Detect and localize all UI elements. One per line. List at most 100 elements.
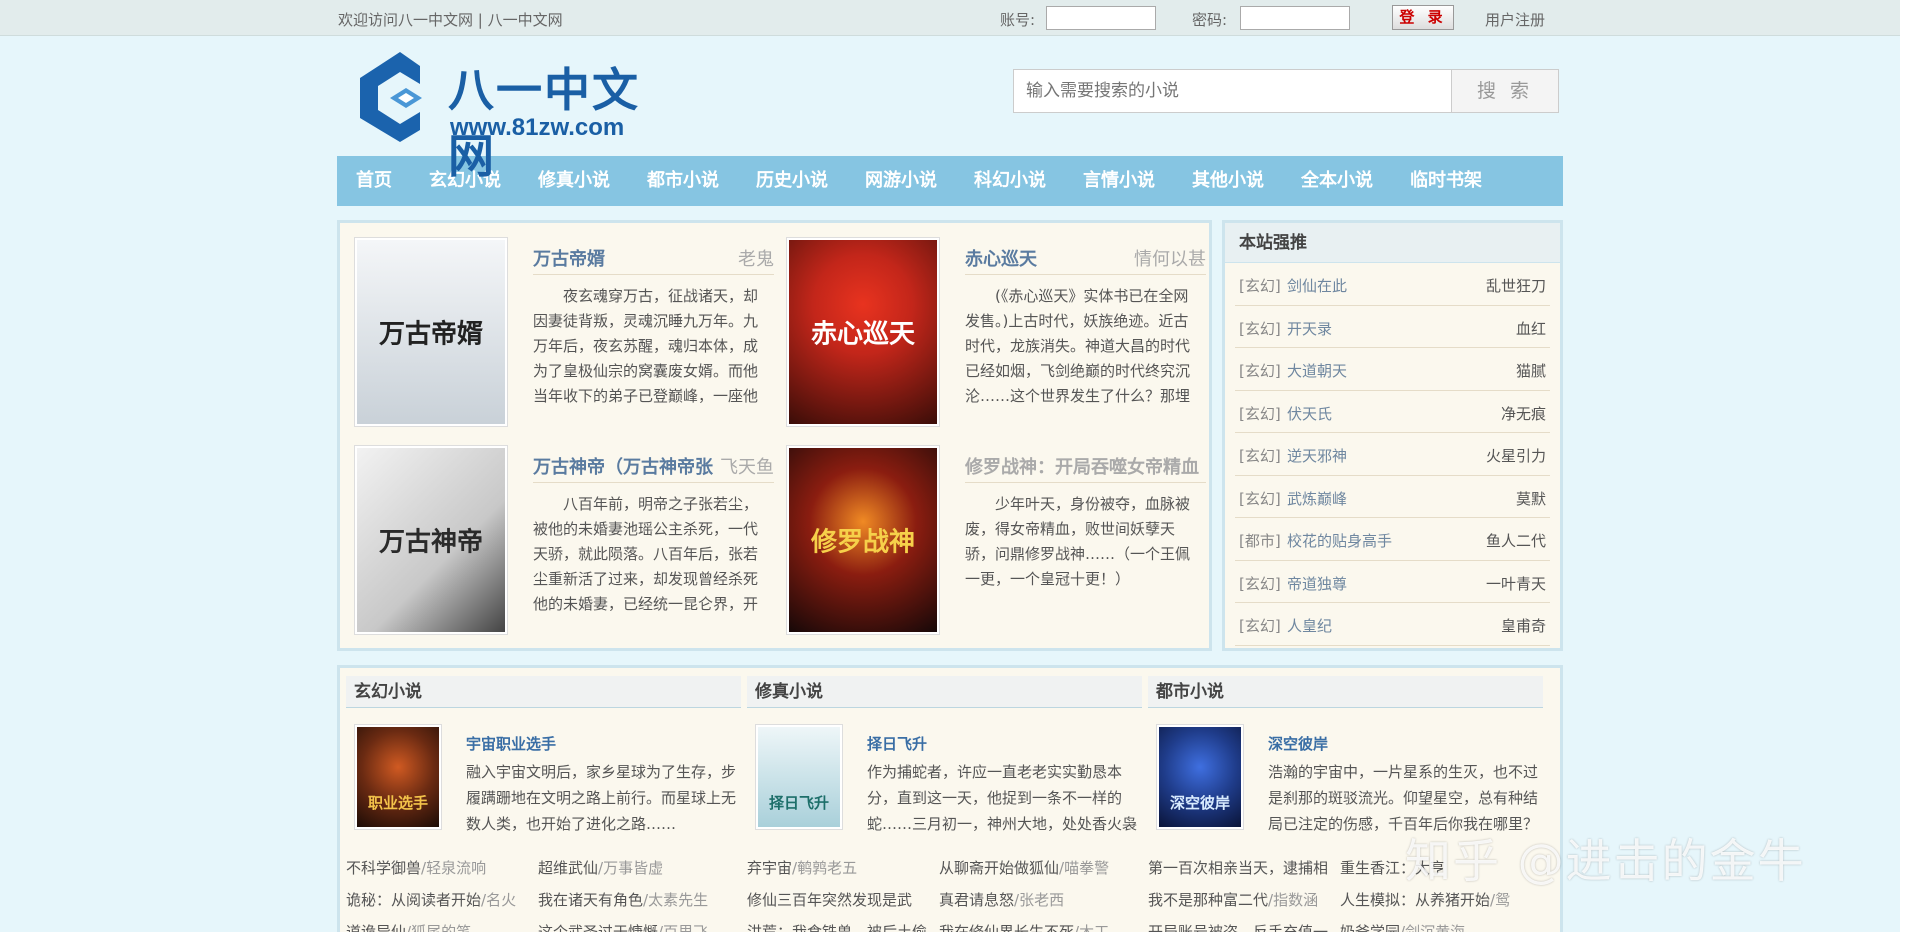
list-item: [玄幻] 逆天邪神 火星引力 [1235,433,1550,476]
book-cover[interactable]: 万古神帝 [354,445,508,635]
book-link[interactable]: 大道朝天 [1287,360,1347,381]
nav-bookshelf[interactable]: 临时书架 [1410,156,1482,206]
author-name: 净无痕 [1500,404,1546,423]
book-cover[interactable]: 择日飞升 [755,724,843,830]
book-link[interactable]: 诡秘：从阅读者开始/名火 [346,884,538,916]
book-link[interactable]: 第一百次相亲当天，逮捕相 [1148,852,1340,884]
book-link[interactable]: 剑仙在此 [1287,275,1347,296]
book-author[interactable]: 飞天鱼 [720,453,774,479]
book-description: 作为捕蛇者，许应一直老老实实勤恳本分，直到这一天，他捉到一条不一样的蛇……三月初… [867,763,1137,833]
author-name: 火星引力 [1485,447,1546,465]
book-link[interactable]: 逆天邪神 [1287,445,1347,466]
book-author[interactable]: 老鬼 [738,245,774,271]
book-link[interactable]: 从聊斋开始做狐仙/喵拳警 [939,852,1131,884]
link-row: 不科学御兽/轻泉流响 超维武仙/万事皆虚 [346,852,746,884]
register-link[interactable]: 用户注册 [1485,9,1545,30]
book-title[interactable]: 万古神帝（万古神帝张若尘） [533,453,713,479]
book-link[interactable]: 帝道独尊 [1287,573,1347,594]
category-tag: [玄幻] [1239,447,1281,465]
nav-wangyou[interactable]: 网游小说 [865,156,937,206]
nav-qita[interactable]: 其他小说 [1192,156,1264,206]
cover-image: 修罗战神 [789,448,937,632]
search-button[interactable]: 搜 索 [1451,70,1558,112]
cover-image: 择日飞升 [758,727,840,827]
list-item: [玄幻] 人皇纪 皇甫奇 [1235,603,1550,646]
book-link[interactable]: 开局账号被盗，反手充值一 [1148,916,1340,932]
list-item: [玄幻] 伏天氏 净无痕 [1235,391,1550,433]
category-tag: [玄幻] [1239,617,1281,635]
category-title[interactable]: 都市小说 [1148,676,1543,708]
nav-yanqing[interactable]: 言情小说 [1083,156,1155,206]
book-description: 少年叶天，身份被夺，血脉被废，得女帝精血，败世间妖孽天骄，问鼎修罗战神……（一个… [965,495,1191,588]
book-link[interactable]: 开天录 [1287,318,1332,339]
welcome-text: 欢迎访问八一中文网 | 八一中文网 [338,11,563,29]
category-tag: [玄幻] [1239,277,1281,295]
book-cover[interactable]: 修罗战神 [786,445,940,635]
author-name: 乱世狂刀 [1485,277,1546,295]
book-link[interactable]: 奶爸学园/剑沉黄海 [1340,916,1532,932]
book-link[interactable]: 我不是那种富二代/指数涵 [1148,884,1340,916]
author-name: 皇甫奇 [1500,617,1546,635]
password-input[interactable] [1240,6,1350,30]
book-link-list: 不科学御兽/轻泉流响 超维武仙/万事皆虚 诡秘：从阅读者开始/名火 我在诸天有角… [346,852,746,932]
book-link[interactable]: 超维武仙/万事皆虚 [538,852,730,884]
book-title[interactable]: 修罗战神：开局吞噬女帝精血 [965,453,1205,479]
category-title[interactable]: 玄幻小说 [346,676,741,708]
cover-title: 赤心巡天 [810,319,915,350]
book-title[interactable]: 赤心巡天 [965,245,1145,271]
link-row: 洪荒：我食铁兽，被后土偷 我在修仙界长生不死/木工 [747,916,1147,932]
book-link[interactable]: 校花的贴身高手 [1287,530,1392,551]
logo-mark-icon [360,52,422,142]
book-cover[interactable]: 赤心巡天 [786,237,940,427]
author-name: 一叶青天 [1485,574,1546,593]
header: 八一中文网 www.81zw.com 搜 索 [338,36,1563,183]
book-link[interactable]: 人皇纪 [1287,615,1332,636]
login-button[interactable]: 登 录 [1392,5,1454,30]
nav-home[interactable]: 首页 [356,156,392,206]
book-link[interactable]: 弃宇宙/鹌鹑老五 [747,852,939,884]
featured-book: 万古神帝 万古神帝（万古神帝张若尘） 飞天鱼 八百年前，明帝之子张若尘，被他的未… [344,435,774,635]
nav-lishi[interactable]: 历史小说 [756,156,828,206]
link-row: 诡秘：从阅读者开始/名火 我在诸天有角色/太素先生 [346,884,746,916]
book-title[interactable]: 择日飞升 [867,733,927,754]
book-title[interactable]: 宇宙职业选手 [466,733,556,754]
book-description: 八百年前，明帝之子张若尘，被他的未婚妻池瑶公主杀死，一代天骄，就此陨落。八百年后… [533,495,759,613]
cover-image: 赤心巡天 [789,240,937,424]
book-cover[interactable]: 万古帝婿 [354,237,508,427]
nav-quanben[interactable]: 全本小说 [1301,156,1373,206]
list-item: [玄幻] 帝道独尊 一叶青天 [1235,561,1550,603]
book-link[interactable]: 我在修仙界长生不死/木工 [939,916,1131,932]
book-link[interactable]: 真君请息怒/张老西 [939,884,1131,916]
category-tag: [都市] [1239,532,1281,550]
category-column: 玄幻小说 职业选手 宇宙职业选手 融入宇宙文明后，家乡星球为了生存，步履蹒跚地在… [346,676,741,932]
book-cover[interactable]: 深空彼岸 [1156,724,1244,830]
cover-image: 万古帝婿 [357,240,505,424]
book-link[interactable]: 不科学御兽/轻泉流响 [346,852,538,884]
book-link[interactable]: 武炼巅峰 [1287,488,1347,509]
site-logo[interactable]: 八一中文网 www.81zw.com [350,48,680,183]
author-name: 猫腻 [1515,362,1546,380]
book-link[interactable]: 我在诸天有角色/太素先生 [538,884,730,916]
book-link[interactable]: 道诡异仙/狐尾的笔 [346,916,538,932]
category-column: 都市小说 深空彼岸 深空彼岸 浩瀚的宇宙中，一片星系的生灭，也不过是刹那的斑驳流… [1148,676,1543,932]
featured-book: 修罗战神 修罗战神：开局吞噬女帝精血 少年叶天，身份被夺，血脉被废，得女帝精血，… [776,435,1206,635]
account-input[interactable] [1046,6,1156,30]
search-input[interactable] [1014,70,1451,112]
book-link[interactable]: 这个武圣过于慷慨/百里飞 [538,916,730,932]
book-author[interactable]: 情何以甚 [1134,245,1206,271]
author-name: 鱼人二代 [1485,532,1546,550]
watermark: 知乎 @进击的金牛 [1405,834,1806,888]
category-sections: 玄幻小说 职业选手 宇宙职业选手 融入宇宙文明后，家乡星球为了生存，步履蹒跚地在… [337,665,1563,932]
book-link[interactable]: 伏天氏 [1287,403,1332,424]
book-link[interactable]: 修仙三百年突然发现是武 [747,884,939,916]
author-name: 莫默 [1515,489,1546,508]
link-row: 弃宇宙/鹌鹑老五 从聊斋开始做狐仙/喵拳警 [747,852,1147,884]
book-cover[interactable]: 职业选手 [354,724,442,830]
search-box: 搜 索 [1013,69,1559,113]
nav-kehuan[interactable]: 科幻小说 [974,156,1046,206]
book-title[interactable]: 深空彼岸 [1268,733,1328,754]
category-title[interactable]: 修真小说 [747,676,1142,708]
book-title[interactable]: 万古帝婿 [533,245,713,271]
cover-image: 职业选手 [357,727,439,827]
book-link[interactable]: 洪荒：我食铁兽，被后土偷 [747,916,939,932]
